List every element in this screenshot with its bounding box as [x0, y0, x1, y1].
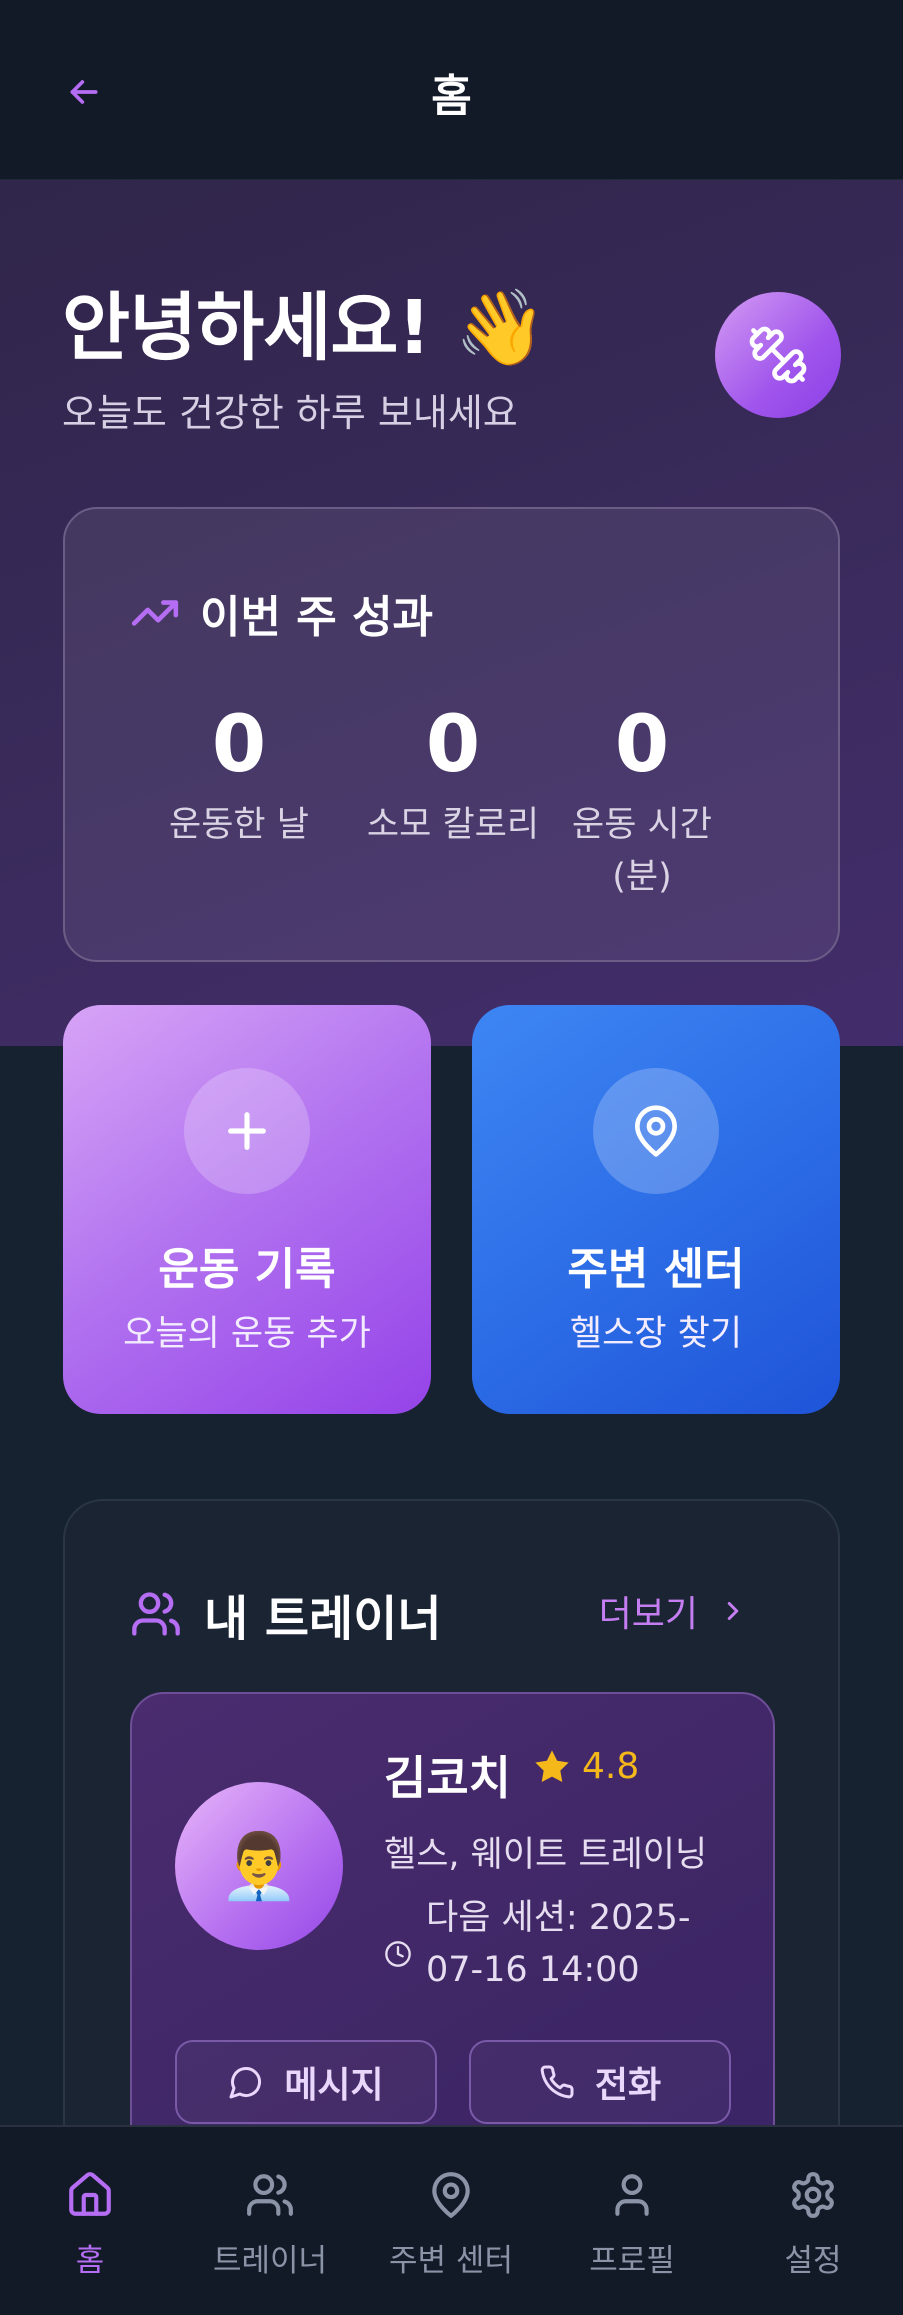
- users-icon: [132, 1592, 180, 1636]
- plus-icon: [228, 1112, 266, 1150]
- chevron-right-icon: [727, 1602, 739, 1620]
- trainer-rating: 4.8: [532, 1746, 639, 1787]
- call-button[interactable]: 전화: [469, 2040, 731, 2124]
- stat-value: 0: [211, 700, 267, 790]
- nav-item-settings[interactable]: 설정: [723, 2163, 903, 2280]
- greeting-heading: 안녕하세요! 👋: [62, 285, 547, 371]
- trainers-title: 내 트레이너: [204, 1591, 442, 1647]
- see-more-link[interactable]: 더보기: [599, 1585, 748, 1637]
- trending-up-icon: [131, 600, 179, 626]
- greeting-subtitle: 오늘도 건강한 하루 보내세요: [62, 391, 518, 435]
- next-session-text: 다음 세션: 2025-07-16 14:00: [426, 1898, 691, 1990]
- action-icon-circle: [184, 1068, 310, 1194]
- stat-label: 운동 시간 (분): [572, 805, 712, 897]
- action-icon-circle: [593, 1068, 719, 1194]
- nav-item-profile[interactable]: 프로필: [542, 2163, 722, 2280]
- nav-label: 주변 센터: [389, 2243, 513, 2279]
- nav-label: 설정: [784, 2243, 842, 2279]
- nav-item-home[interactable]: 홈: [0, 2163, 180, 2280]
- nav-label: 홈: [75, 2243, 105, 2279]
- stat-workout-days: 0 운동한 날: [124, 699, 354, 851]
- stat-workout-minutes: 0 운동 시간 (분): [552, 699, 732, 903]
- stat-value: 0: [614, 700, 670, 790]
- see-more-label: 더보기: [598, 1594, 698, 1635]
- home-icon: [69, 2172, 111, 2216]
- trainer-specialty: 헬스, 웨이트 트레이닝: [384, 1835, 708, 1875]
- map-pin-icon: [432, 2172, 470, 2218]
- phone-icon: [540, 2065, 574, 2099]
- gear-icon: [792, 2172, 834, 2218]
- call-label: 전화: [594, 2065, 662, 2106]
- rating-value: 4.8: [582, 1746, 640, 1787]
- dumbbell-icon: [749, 326, 807, 384]
- stat-label: 운동한 날: [169, 805, 309, 845]
- weekly-stats-card: 이번 주 성과 0 운동한 날 0 소모 칼로리 0 운동 시간 (분): [63, 507, 840, 962]
- users-icon: [247, 2174, 293, 2216]
- nav-label: 프로필: [589, 2243, 675, 2279]
- action-title: 주변 센터: [567, 1244, 745, 1295]
- message-circle-icon: [229, 2066, 262, 2099]
- user-icon: [615, 2174, 649, 2216]
- trainers-header: 내 트레이너: [130, 1579, 442, 1649]
- map-pin-icon: [635, 1105, 677, 1157]
- action-title: 운동 기록: [158, 1244, 336, 1295]
- nav-label: 트레이너: [212, 2243, 328, 2279]
- message-button[interactable]: 메시지: [175, 2040, 437, 2124]
- stat-calories: 0 소모 칼로리: [338, 699, 568, 851]
- stat-value: 0: [425, 700, 481, 790]
- clock-icon: [385, 1941, 411, 1967]
- weekly-stats-title: 이번 주 성과: [200, 592, 434, 643]
- top-app-bar: 홈: [0, 0, 903, 180]
- page-title: 홈: [431, 71, 472, 122]
- weekly-stats-header: 이번 주 성과: [130, 581, 433, 645]
- record-workout-card[interactable]: 운동 기록 오늘의 운동 추가: [63, 1005, 431, 1414]
- trainer-avatar-emoji: 👨‍💼: [219, 1829, 299, 1904]
- stat-label: 소모 칼로리: [366, 805, 540, 845]
- bottom-navigation: 홈 트레이너 주변 센터 프로필 설정: [0, 2125, 903, 2315]
- trainer-avatar: 👨‍💼: [175, 1782, 343, 1950]
- star-icon: [535, 1749, 569, 1782]
- message-label: 메시지: [284, 2065, 384, 2106]
- workout-button[interactable]: [715, 292, 841, 418]
- nav-item-nearby-center[interactable]: 주변 센터: [361, 2163, 541, 2280]
- trainer-name: 김코치: [384, 1751, 511, 1805]
- action-subtitle: 오늘의 운동 추가: [123, 1314, 371, 1354]
- action-subtitle: 헬스장 찾기: [569, 1314, 743, 1354]
- nearby-center-card[interactable]: 주변 센터 헬스장 찾기: [472, 1005, 840, 1414]
- nav-item-trainers[interactable]: 트레이너: [180, 2163, 360, 2280]
